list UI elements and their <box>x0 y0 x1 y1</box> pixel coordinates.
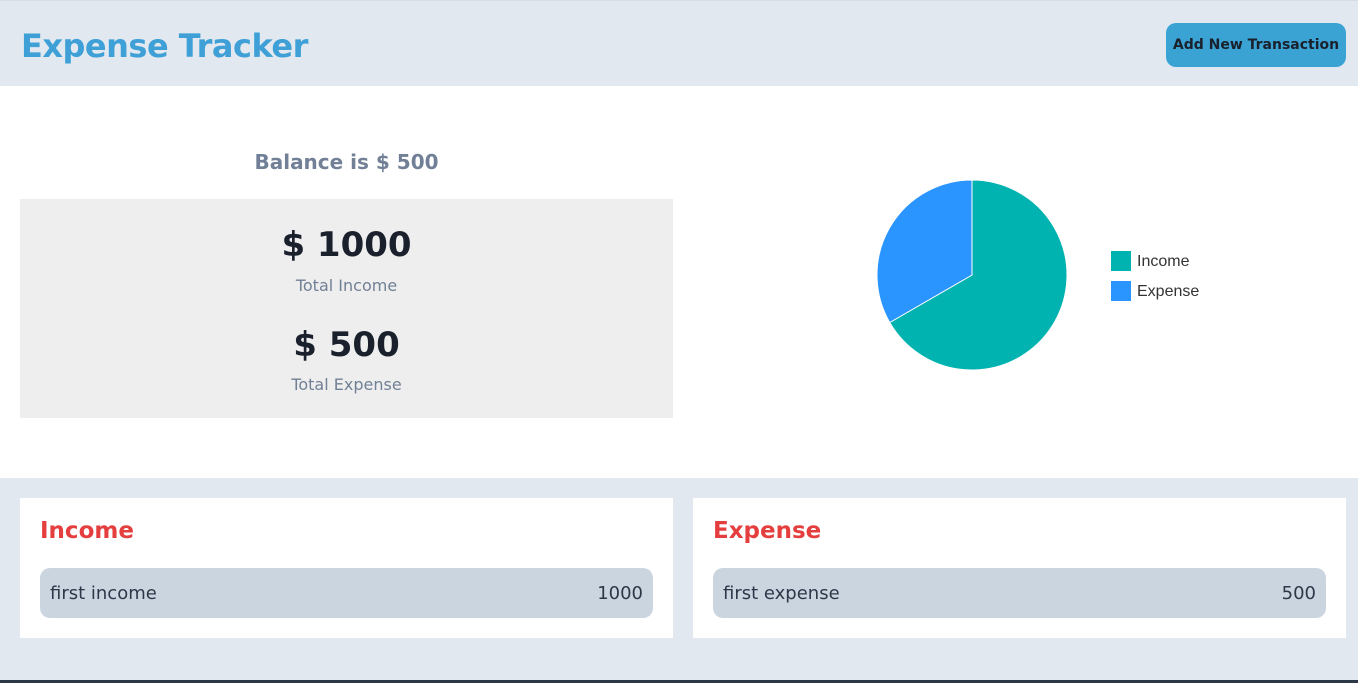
pie-chart-container: Income Expense <box>860 178 1240 388</box>
legend-swatch-income <box>1111 251 1131 271</box>
pie-chart: Income Expense <box>876 179 1199 371</box>
total-income-label: Total Income <box>295 276 398 295</box>
balance-text: Balance is $ 500 <box>254 150 439 174</box>
income-list-title: Income <box>40 518 134 544</box>
totals-box: $ 1000 Total Income $ 500 Total Expense <box>20 199 673 418</box>
summary-section: Balance is $ 500 $ 1000 Total Income $ 5… <box>0 86 1358 478</box>
add-new-transaction-button[interactable]: Add New Transaction <box>1166 23 1346 67</box>
expense-item-amount: 500 <box>1281 582 1316 604</box>
expense-list-card: Expense first expense 500 <box>693 498 1346 638</box>
income-list-card: Income first income 1000 <box>20 498 673 638</box>
income-item-description: first income <box>50 582 157 604</box>
legend-label-income: Income <box>1137 253 1190 270</box>
total-income-value: $ 1000 <box>281 225 412 265</box>
total-expense-value: $ 500 <box>293 325 400 365</box>
expense-list-item[interactable]: first expense 500 <box>713 568 1326 618</box>
total-expense-label: Total Expense <box>291 375 402 394</box>
top-bar: Expense Tracker Add New Transaction <box>0 0 1358 86</box>
expense-list-title: Expense <box>713 518 822 544</box>
income-item-amount: 1000 <box>597 582 643 604</box>
legend-item-income[interactable]: Income <box>1111 251 1190 271</box>
transaction-lists: Income first income 1000 Expense first e… <box>0 478 1358 683</box>
expense-item-description: first expense <box>723 582 840 604</box>
legend-label-expense: Expense <box>1137 283 1199 300</box>
legend-swatch-expense <box>1111 281 1131 301</box>
legend-item-expense[interactable]: Expense <box>1111 281 1199 301</box>
income-list-item[interactable]: first income 1000 <box>40 568 653 618</box>
app-title: Expense Tracker <box>21 27 308 65</box>
